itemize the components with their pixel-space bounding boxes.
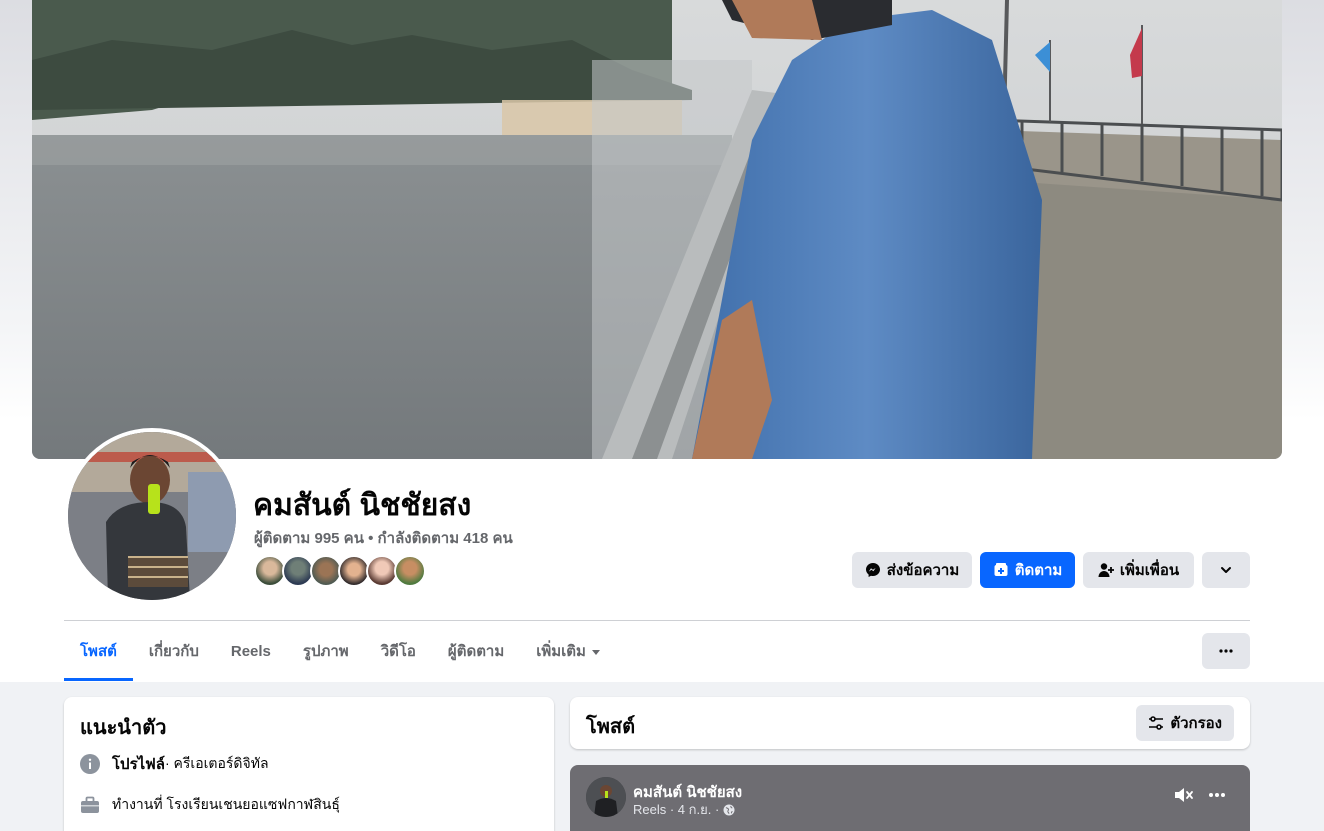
briefcase-icon xyxy=(80,795,100,815)
profile-avatar-image xyxy=(68,432,236,600)
follow-button-label: ติดตาม xyxy=(1014,562,1063,579)
tab-label: ผู้ติดตาม xyxy=(447,643,505,660)
tab-label: เพิ่มเติม xyxy=(536,643,586,660)
mutual-friends-faces[interactable] xyxy=(254,555,426,589)
follow-button[interactable]: ติดตาม xyxy=(980,552,1075,588)
tab-videos[interactable]: วิดีโอ xyxy=(365,621,432,681)
filter-button[interactable]: ตัวกรอง xyxy=(1136,705,1234,741)
follow-icon xyxy=(993,562,1009,578)
tab-label: รูปภาพ xyxy=(302,643,349,660)
cover-photo-image xyxy=(32,0,1282,459)
intro-profile-label: โปรไฟล์ xyxy=(112,756,165,773)
tab-label: Reels xyxy=(230,642,271,660)
tab-photos[interactable]: รูปภาพ xyxy=(287,621,365,681)
tab-reels[interactable]: Reels xyxy=(215,621,287,681)
message-button[interactable]: ส่งข้อความ xyxy=(852,552,972,588)
posts-title: โพสต์ xyxy=(586,716,636,738)
more-actions-button[interactable] xyxy=(1202,552,1250,588)
tab-label: โพสต์ xyxy=(80,643,117,660)
profile-more-options-button[interactable] xyxy=(1202,633,1250,669)
profile-name: คมสันต์ นิชชัยสง xyxy=(253,489,472,522)
post-author-avatar[interactable] xyxy=(586,777,626,817)
cover-photo[interactable] xyxy=(32,0,1282,459)
post-meta: Reels · 4 ก.ย. · xyxy=(633,799,735,820)
reel-post[interactable]: คมสันต์ นิชชัยสง Reels · 4 ก.ย. · xyxy=(570,765,1250,831)
friend-avatar[interactable] xyxy=(394,555,426,587)
more-dots-icon xyxy=(1219,649,1233,653)
tab-about[interactable]: เกี่ยวกับ xyxy=(133,621,215,681)
tab-label: วิดีโอ xyxy=(380,643,416,660)
intro-profile-detail: · ครีเอเตอร์ดิจิทัล xyxy=(165,755,269,771)
globe-icon xyxy=(723,804,735,815)
caret-down-icon xyxy=(591,649,600,655)
tab-followers[interactable]: ผู้ติดตาม xyxy=(432,621,520,681)
intro-work-row: ทำงานที่ โรงเรียนเชนยอแซฟกาฬสินธุ์ xyxy=(80,794,340,816)
intro-profile-row: โปรไฟล์ · ครีเอเตอร์ดิจิทัล xyxy=(80,752,269,776)
filter-button-label: ตัวกรอง xyxy=(1170,715,1222,732)
profile-tabs: โพสต์ เกี่ยวกับ Reels รูปภาพ วิดีโอ ผู้ต… xyxy=(64,621,616,681)
posts-header-card: โพสต์ ตัวกรอง xyxy=(570,697,1250,749)
post-options-icon[interactable] xyxy=(1206,785,1228,805)
post-meta-text: Reels · 4 ก.ย. · xyxy=(633,802,720,817)
add-friend-button-label: เพิ่มเพื่อน xyxy=(1119,562,1180,579)
message-button-label: ส่งข้อความ xyxy=(886,562,960,579)
tab-more[interactable]: เพิ่มเติม xyxy=(520,621,616,681)
profile-actions: ส่งข้อความ ติดตาม เพิ่มเพื่อน xyxy=(852,552,1250,588)
info-icon xyxy=(80,754,100,774)
intro-card: แนะนำตัว โปรไฟล์ · ครีเอเตอร์ดิจิทัล ทำง… xyxy=(64,697,554,831)
mute-icon[interactable] xyxy=(1173,785,1195,805)
follow-stats[interactable]: ผู้ติดตาม 995 คน • กำลังติดตาม 418 คน xyxy=(254,526,513,550)
add-friend-button[interactable]: เพิ่มเพื่อน xyxy=(1083,552,1194,588)
tab-posts[interactable]: โพสต์ xyxy=(64,621,133,681)
filter-icon xyxy=(1149,716,1164,730)
add-friend-icon xyxy=(1098,562,1114,578)
profile-avatar[interactable] xyxy=(64,428,240,604)
intro-title: แนะนำตัว xyxy=(80,717,167,739)
intro-work-text[interactable]: ทำงานที่ โรงเรียนเชนยอแซฟกาฬสินธุ์ xyxy=(112,794,340,816)
chevron-down-icon xyxy=(1218,562,1234,578)
tab-label: เกี่ยวกับ xyxy=(148,643,199,660)
messenger-icon xyxy=(865,562,881,578)
